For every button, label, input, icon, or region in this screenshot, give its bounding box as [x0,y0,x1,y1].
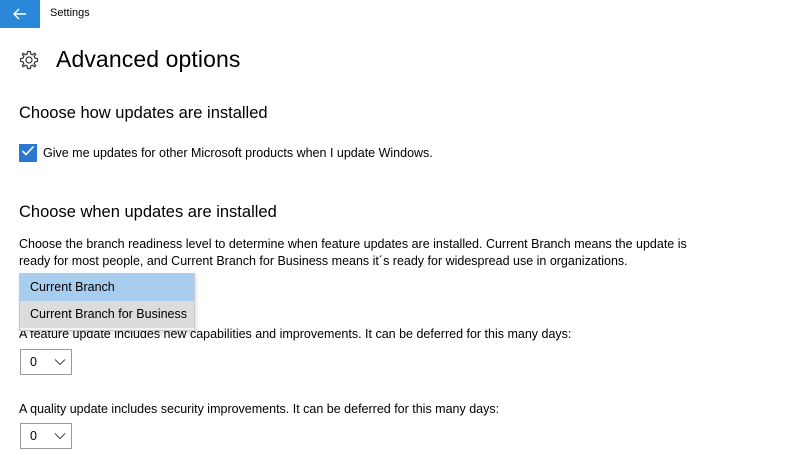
other-products-checkbox-row[interactable]: Give me updates for other Microsoft prod… [19,144,433,162]
branch-dropdown-list[interactable]: Current Branch Current Branch for Busine… [19,273,195,331]
chevron-down-icon [54,432,66,440]
install-section-heading: Choose how updates are installed [19,104,268,122]
branch-option-current-branch[interactable]: Current Branch [20,274,194,301]
title-bar: Settings [0,0,786,28]
when-section-heading: Choose when updates are installed [19,203,277,221]
quality-defer-days-select[interactable]: 0 [20,423,72,449]
chevron-down-icon [54,358,66,366]
feature-defer-days-value: 0 [30,355,37,369]
quality-update-text: A quality update includes security impro… [19,402,500,416]
feature-defer-days-select[interactable]: 0 [20,349,72,375]
other-products-checkbox-label: Give me updates for other Microsoft prod… [43,146,433,160]
back-button[interactable] [0,0,40,28]
arrow-left-icon [13,8,27,20]
branch-description: Choose the branch readiness level to det… [19,237,687,268]
settings-window: Settings Advanced options Choose how upd… [0,0,786,465]
app-title: Settings [50,7,90,19]
quality-defer-days-value: 0 [30,429,37,443]
checkmark-icon [21,144,35,162]
other-products-checkbox[interactable] [19,144,37,162]
gear-icon [19,50,39,70]
page-title: Advanced options [56,46,241,72]
branch-option-current-branch-for-business[interactable]: Current Branch for Business [20,301,194,328]
